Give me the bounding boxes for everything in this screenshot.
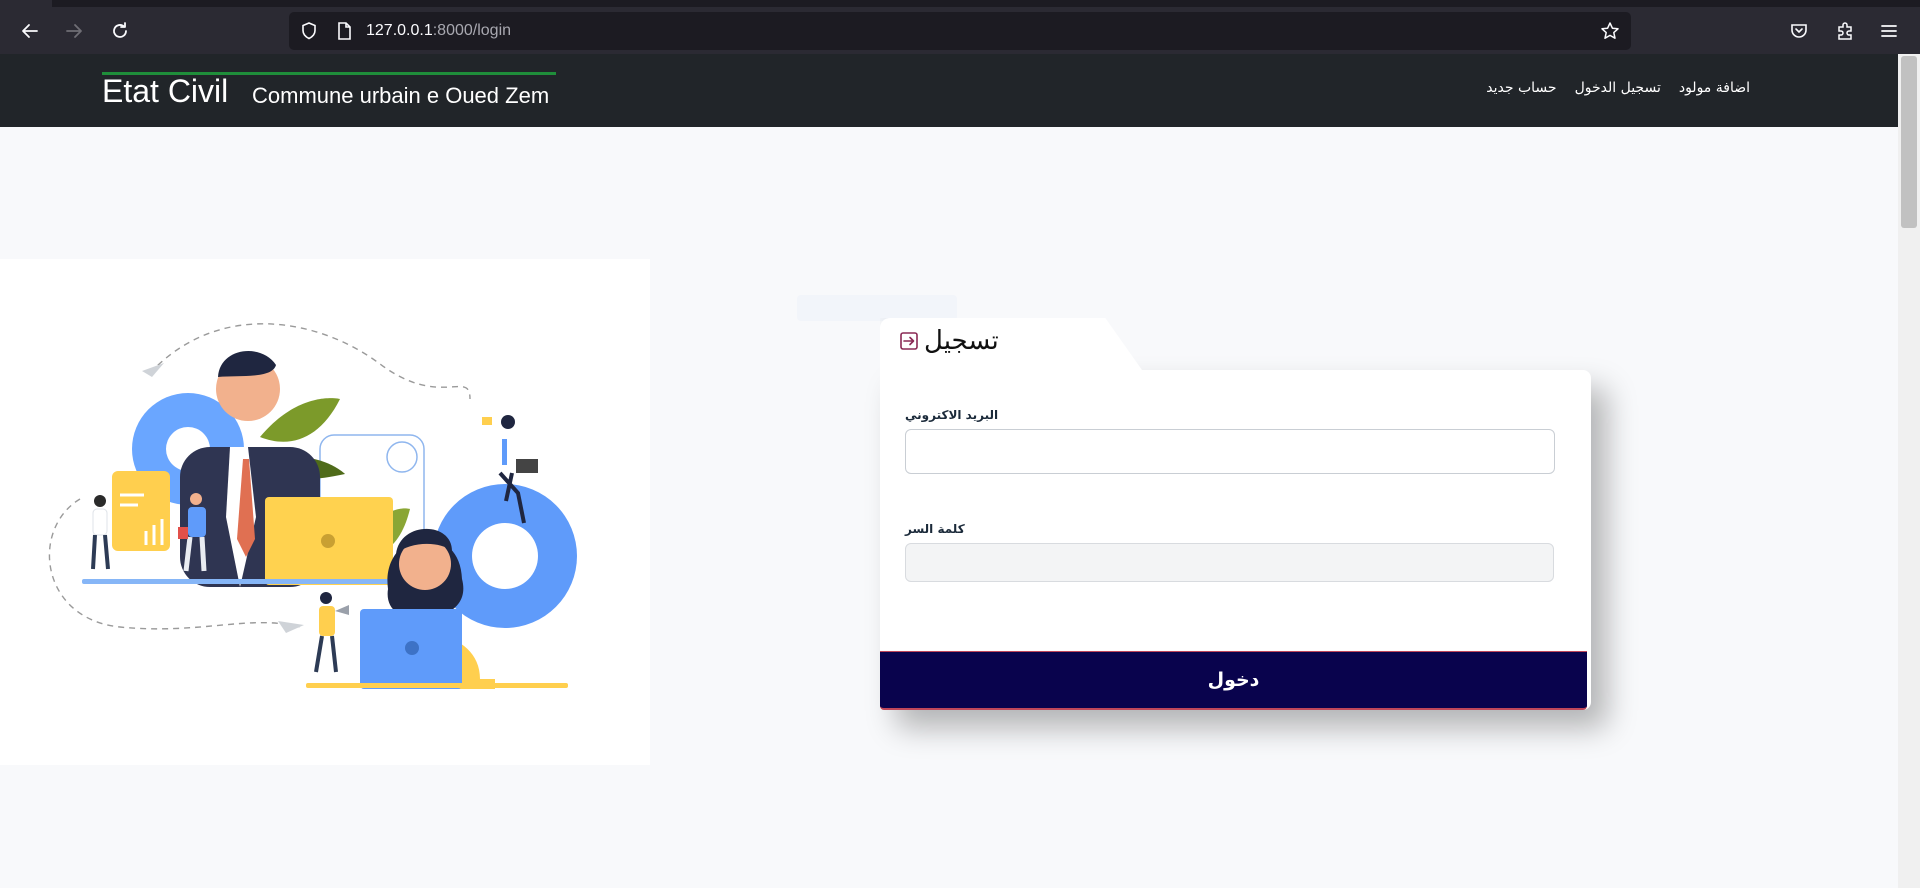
url-text: 127.0.0.1:8000/login — [366, 22, 511, 40]
pocket-button[interactable] — [1782, 14, 1816, 48]
browser-toolbar: 127.0.0.1:8000/login — [0, 7, 1920, 54]
email-field[interactable] — [905, 429, 1555, 474]
browser-tab-strip — [0, 0, 1920, 7]
login-icon — [900, 332, 918, 350]
site-navbar: Etat Civil Commune urbain e Oued Zem حسا… — [0, 54, 1898, 127]
scrollbar-thumb[interactable] — [1901, 56, 1917, 228]
extensions-icon — [1838, 22, 1852, 40]
login-submit-button[interactable]: دخول — [880, 651, 1587, 710]
login-title: تسجيل — [898, 326, 999, 356]
shield-icon — [302, 22, 316, 40]
reload-icon — [113, 22, 127, 38]
forward-button[interactable] — [57, 14, 91, 48]
email-label: البريد الاكتروني — [905, 408, 999, 422]
hero-illustration — [0, 259, 650, 765]
page-icon — [338, 22, 351, 40]
password-label: كلمة السر — [905, 522, 965, 536]
team-illustration — [48, 323, 577, 689]
url-host: 127.0.0.1 — [366, 22, 433, 39]
menu-icon — [1881, 25, 1897, 37]
faded-overlay — [797, 295, 957, 321]
url-path: :8000/login — [432, 22, 512, 39]
pocket-icon — [1791, 24, 1807, 38]
star-icon[interactable] — [1600, 21, 1620, 41]
brand-title[interactable]: Etat Civil — [102, 73, 228, 110]
reload-button[interactable] — [103, 14, 137, 48]
tab-strip-edge — [0, 0, 52, 7]
nav-link-register[interactable]: حساب جديد — [1486, 80, 1556, 96]
forward-icon — [66, 24, 82, 38]
extensions-button[interactable] — [1828, 14, 1862, 48]
url-bar[interactable]: 127.0.0.1:8000/login — [289, 12, 1631, 50]
login-title-text: تسجيل — [924, 326, 999, 356]
nav-links: حساب جديد تسجيل الدخول اضافة مولود — [1486, 80, 1750, 96]
back-button[interactable] — [13, 14, 47, 48]
password-field[interactable] — [905, 543, 1554, 582]
nav-link-add-newborn[interactable]: اضافة مولود — [1679, 80, 1750, 96]
brand-subtitle: Commune urbain e Oued Zem — [252, 83, 550, 108]
menu-button[interactable] — [1872, 14, 1906, 48]
back-icon — [22, 24, 38, 38]
nav-link-login[interactable]: تسجيل الدخول — [1575, 80, 1661, 96]
